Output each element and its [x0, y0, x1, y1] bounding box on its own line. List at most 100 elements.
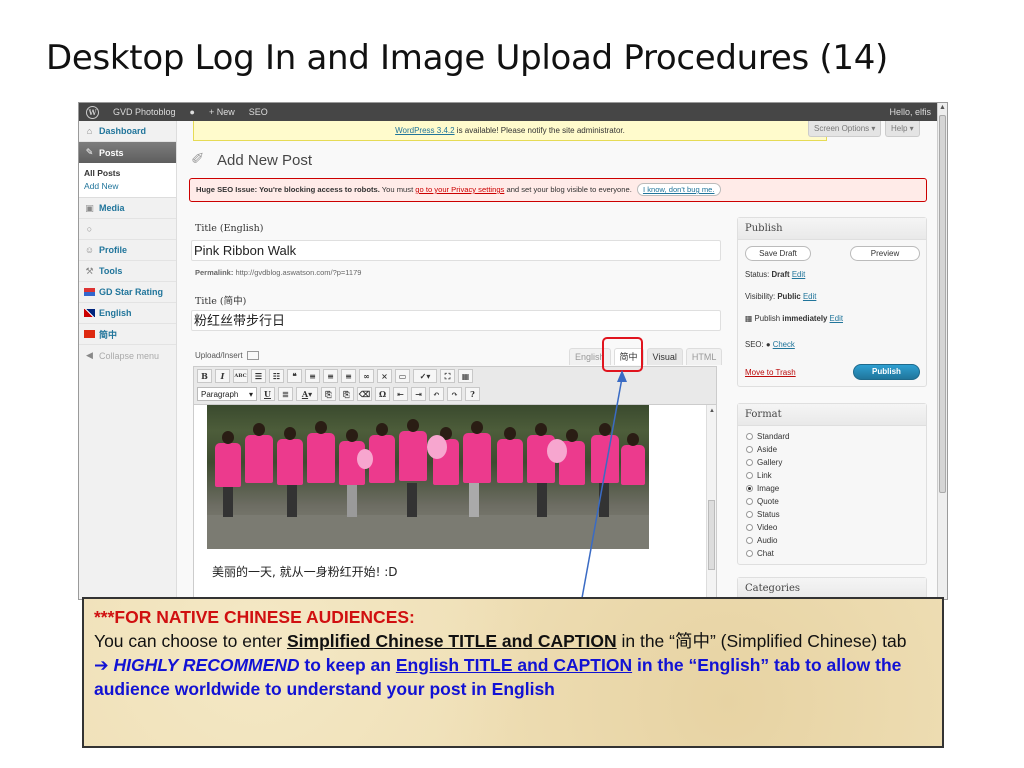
pink-ribbon-walk-photo[interactable] [207, 405, 649, 549]
format-option[interactable]: Image [746, 482, 926, 495]
special-character-icon[interactable]: Ω [375, 387, 390, 401]
radio-button[interactable] [746, 511, 753, 518]
indent-icon[interactable]: ⇥ [411, 387, 426, 401]
screen-options-button[interactable]: Screen Options ▾ [808, 121, 882, 137]
publish-heading[interactable]: Publish [738, 218, 926, 240]
numbered-list-icon[interactable]: ☷ [269, 369, 284, 383]
format-heading[interactable]: Format [738, 404, 926, 426]
post-caption[interactable]: 美丽的一天, 就从一身粉红开始! :D [212, 563, 398, 580]
sidebar-label: Dashboard [99, 126, 147, 136]
scroll-up-icon[interactable]: ▲ [939, 104, 946, 111]
help-button[interactable]: Help ▾ [885, 121, 920, 137]
radio-button[interactable] [746, 524, 753, 531]
radio-button[interactable] [746, 550, 753, 557]
collapse-arrow-icon: ◀ [86, 350, 93, 360]
edit-schedule-link[interactable]: Edit [830, 314, 843, 323]
bullet-list-icon[interactable]: ☰ [251, 369, 266, 383]
dismiss-seo-warning-button[interactable]: I know, don't bug me. [636, 183, 721, 196]
format-option[interactable]: Status [746, 508, 926, 521]
format-option[interactable]: Link [746, 469, 926, 482]
title-chinese-input[interactable]: 粉红丝带步行日 [191, 310, 721, 331]
publish-button[interactable]: Publish [853, 364, 920, 380]
upload-insert[interactable]: Upload/Insert [195, 351, 259, 360]
seo-check-link[interactable]: Check [773, 340, 795, 349]
seo-menu[interactable]: SEO [242, 103, 275, 121]
title-english-input[interactable]: Pink Ribbon Walk [191, 240, 721, 261]
radio-button[interactable] [746, 459, 753, 466]
preview-button[interactable]: Preview [850, 246, 920, 261]
sidebar-item-comments[interactable]: ○ [79, 219, 176, 240]
tab-html[interactable]: HTML [685, 348, 723, 365]
underline-button[interactable]: U [260, 387, 275, 401]
unlink-icon[interactable]: ⨯ [377, 369, 392, 383]
strikethrough-button[interactable]: ABC [233, 369, 248, 383]
uk-flag-icon [84, 308, 95, 318]
radio-button[interactable] [746, 446, 753, 453]
wordpress-menu[interactable]: W [79, 103, 106, 121]
align-left-icon[interactable]: ≡ [305, 369, 320, 383]
radio-button[interactable] [746, 537, 753, 544]
edit-status-link[interactable]: Edit [792, 270, 805, 279]
justify-icon[interactable]: ≣ [278, 387, 293, 401]
format-option[interactable]: Aside [746, 443, 926, 456]
italic-button[interactable]: I [215, 369, 230, 383]
comments-bubble-icon[interactable]: ● [183, 103, 202, 121]
add-media-icon[interactable] [246, 351, 259, 360]
edit-visibility-link[interactable]: Edit [803, 292, 816, 301]
paste-text-icon[interactable]: ⎘ [321, 387, 336, 401]
undo-icon[interactable]: ↶ [429, 387, 444, 401]
format-option[interactable]: Audio [746, 534, 926, 547]
sidebar-item-media[interactable]: ▣ Media [79, 198, 176, 219]
sidebar-item-english[interactable]: English [79, 303, 176, 324]
paragraph-format-select[interactable]: Paragraph ▾ [197, 387, 257, 401]
format-option[interactable]: Video [746, 521, 926, 534]
site-name-link[interactable]: GVD Photoblog [106, 103, 183, 121]
scroll-up-icon[interactable]: ▲ [709, 408, 715, 414]
redo-icon[interactable]: ↷ [447, 387, 462, 401]
format-option[interactable]: Standard [746, 430, 926, 443]
privacy-settings-link[interactable]: go to your Privacy settings [415, 185, 504, 194]
align-center-icon[interactable]: ≡ [323, 369, 338, 383]
new-content-menu[interactable]: + New [202, 103, 242, 121]
sidebar-item-chinese[interactable]: 简中 [79, 324, 176, 345]
blockquote-icon[interactable]: ❝ [287, 369, 302, 383]
insert-link-icon[interactable]: ∞ [359, 369, 374, 383]
sidebar-label: Media [99, 203, 125, 213]
help-icon[interactable]: ? [465, 387, 480, 401]
wordpress-version-link[interactable]: WordPress 3.4.2 [395, 126, 454, 135]
scrollbar-thumb[interactable] [939, 115, 946, 493]
sidebar-item-tools[interactable]: ⚒ Tools [79, 261, 176, 282]
radio-button[interactable] [746, 472, 753, 479]
save-draft-button[interactable]: Save Draft [745, 246, 811, 261]
format-option[interactable]: Chat [746, 547, 926, 560]
outdent-icon[interactable]: ⇤ [393, 387, 408, 401]
format-option[interactable]: Quote [746, 495, 926, 508]
permalink-url[interactable]: http://gvdblog.aswatson.com/?p=1179 [233, 268, 361, 277]
post-editor[interactable]: 美丽的一天, 就从一身粉红开始! :D ▲ [193, 404, 717, 599]
text-color-icon[interactable]: A ▾ [296, 387, 318, 401]
insert-more-icon[interactable]: ▭ [395, 369, 410, 383]
sidebar-subitem-all-posts[interactable]: All Posts [84, 167, 176, 180]
user-greeting[interactable]: Hello, elfis [882, 103, 939, 121]
paste-word-icon[interactable]: ⎘ [339, 387, 354, 401]
bold-button[interactable]: B [197, 369, 212, 383]
sidebar-item-posts[interactable]: ✎ Posts [79, 142, 176, 163]
sidebar-item-dashboard[interactable]: ⌂ Dashboard [79, 121, 176, 142]
sidebar-item-gd-star-rating[interactable]: GD Star Rating [79, 282, 176, 303]
format-option[interactable]: Gallery [746, 456, 926, 469]
spellcheck-icon[interactable]: ✓▾ [413, 369, 437, 383]
tab-visual[interactable]: Visual [646, 348, 683, 365]
radio-button[interactable] [746, 433, 753, 440]
clear-formatting-icon[interactable]: ⌫ [357, 387, 372, 401]
move-to-trash-link[interactable]: Move to Trash [745, 368, 796, 377]
align-right-icon[interactable]: ≡ [341, 369, 356, 383]
sidebar-subitem-add-new[interactable]: Add New [84, 180, 176, 193]
sidebar-item-profile[interactable]: ☺ Profile [79, 240, 176, 261]
radio-button[interactable] [746, 498, 753, 505]
editor-scrollbar-thumb[interactable] [708, 500, 715, 570]
editor-scrollbar[interactable]: ▲ [706, 405, 716, 598]
sidebar-collapse-menu[interactable]: ◀ Collapse menu [79, 345, 176, 366]
fullscreen-icon[interactable]: ⛶ [440, 369, 455, 383]
radio-button[interactable] [746, 485, 753, 492]
kitchen-sink-icon[interactable]: ▦ [458, 369, 473, 383]
